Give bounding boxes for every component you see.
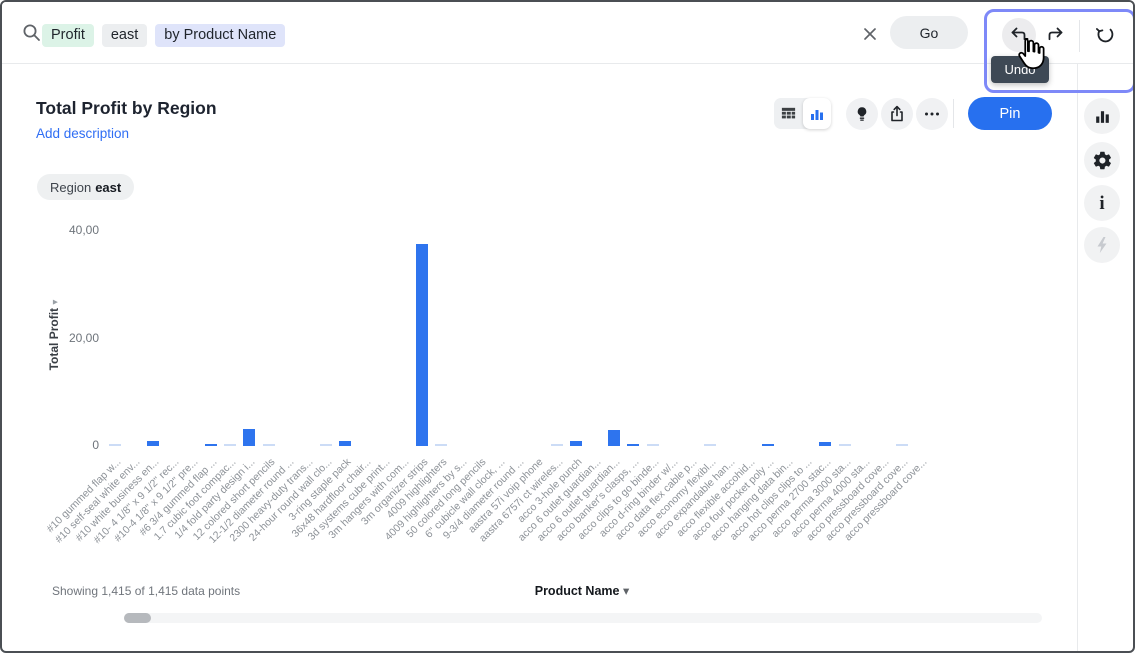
history-toolbar-focus-box: Undo <box>984 9 1135 93</box>
y-tick-0: 0 <box>37 438 99 452</box>
bar-28[interactable] <box>647 444 659 446</box>
x-axis-caret-icon: ▾ <box>623 584 629 598</box>
share-button[interactable] <box>881 98 913 130</box>
chart-config-button[interactable] <box>1084 98 1120 134</box>
bar-23[interactable] <box>551 444 563 446</box>
bar-7[interactable] <box>243 429 255 446</box>
chart-scrollbar-track[interactable] <box>124 613 1042 623</box>
search-token-east[interactable]: east <box>102 24 147 47</box>
chart-scrollbar-thumb[interactable] <box>124 613 151 623</box>
bar-24[interactable] <box>570 441 582 446</box>
lightning-bolt-icon <box>1092 235 1112 255</box>
filter-chip-value: east <box>95 180 121 195</box>
y-tick-40,00: 40,00 <box>37 223 99 237</box>
y-tick-20,00: 20,00 <box>37 331 99 345</box>
filter-chip-region[interactable]: Region east <box>37 174 134 200</box>
clear-search-icon[interactable] <box>860 24 880 44</box>
redo-button[interactable] <box>1038 18 1072 52</box>
table-view-button[interactable] <box>774 98 803 129</box>
search-token-by-product-name[interactable]: by Product Name <box>155 24 285 47</box>
bar-8[interactable] <box>263 444 275 446</box>
insights-button[interactable] <box>846 98 878 130</box>
undo-tooltip: Undo <box>991 56 1049 83</box>
data-point-count: Showing 1,415 of 1,415 data points <box>52 584 240 598</box>
search-token-list: Profit east by Product Name <box>42 24 285 47</box>
search-icon <box>22 23 42 43</box>
bar-12[interactable] <box>339 441 351 446</box>
info-icon: i <box>1099 194 1104 213</box>
bar-2[interactable] <box>147 441 159 446</box>
page-title: Total Profit by Region <box>36 98 217 119</box>
x-axis-selector[interactable]: Product Name ▾ <box>472 583 692 598</box>
bar-26[interactable] <box>608 430 620 446</box>
app-window: Profit east by Product Name Go <box>0 0 1135 653</box>
bar-chart-icon <box>808 105 826 123</box>
share-icon <box>887 104 907 124</box>
bar-0[interactable] <box>109 444 121 446</box>
y-axis-caret-icon: ▾ <box>50 300 61 305</box>
spotiq-button[interactable] <box>1084 227 1120 263</box>
search-token-profit[interactable]: Profit <box>42 24 94 47</box>
bar-6[interactable] <box>224 444 236 446</box>
history-divider <box>1079 20 1080 52</box>
reset-button[interactable] <box>1089 18 1123 52</box>
more-options-button[interactable] <box>916 98 948 130</box>
bar-11[interactable] <box>320 444 332 446</box>
info-button[interactable]: i <box>1084 185 1120 221</box>
bar-37[interactable] <box>819 442 831 446</box>
lightbulb-icon <box>852 104 872 124</box>
ellipsis-icon <box>922 104 942 124</box>
pin-button[interactable]: Pin <box>968 97 1052 130</box>
bar-17[interactable] <box>435 444 447 446</box>
bar-16[interactable] <box>416 244 428 446</box>
bar-34[interactable] <box>762 444 774 446</box>
reset-icon <box>1095 24 1117 46</box>
toolbar-divider <box>953 99 954 128</box>
add-description-link[interactable]: Add description <box>36 126 129 141</box>
go-button[interactable]: Go <box>890 16 968 49</box>
bar-5[interactable] <box>205 444 217 446</box>
redo-icon <box>1044 24 1066 46</box>
chart-config-icon <box>1093 107 1112 126</box>
undo-button[interactable] <box>1002 18 1036 52</box>
search-bar: Profit east by Product Name Go <box>2 2 1133 64</box>
settings-button[interactable] <box>1084 142 1120 178</box>
gear-icon <box>1092 150 1113 171</box>
bar-38[interactable] <box>839 444 851 446</box>
sidebar-divider <box>1077 64 1078 651</box>
bar-41[interactable] <box>896 444 908 446</box>
undo-icon <box>1008 24 1030 46</box>
bar-27[interactable] <box>627 444 639 446</box>
view-toggle <box>774 98 831 129</box>
chart-view-button[interactable] <box>803 98 832 129</box>
filter-chip-field: Region <box>50 180 91 195</box>
bar-31[interactable] <box>704 444 716 446</box>
table-icon <box>780 105 797 122</box>
